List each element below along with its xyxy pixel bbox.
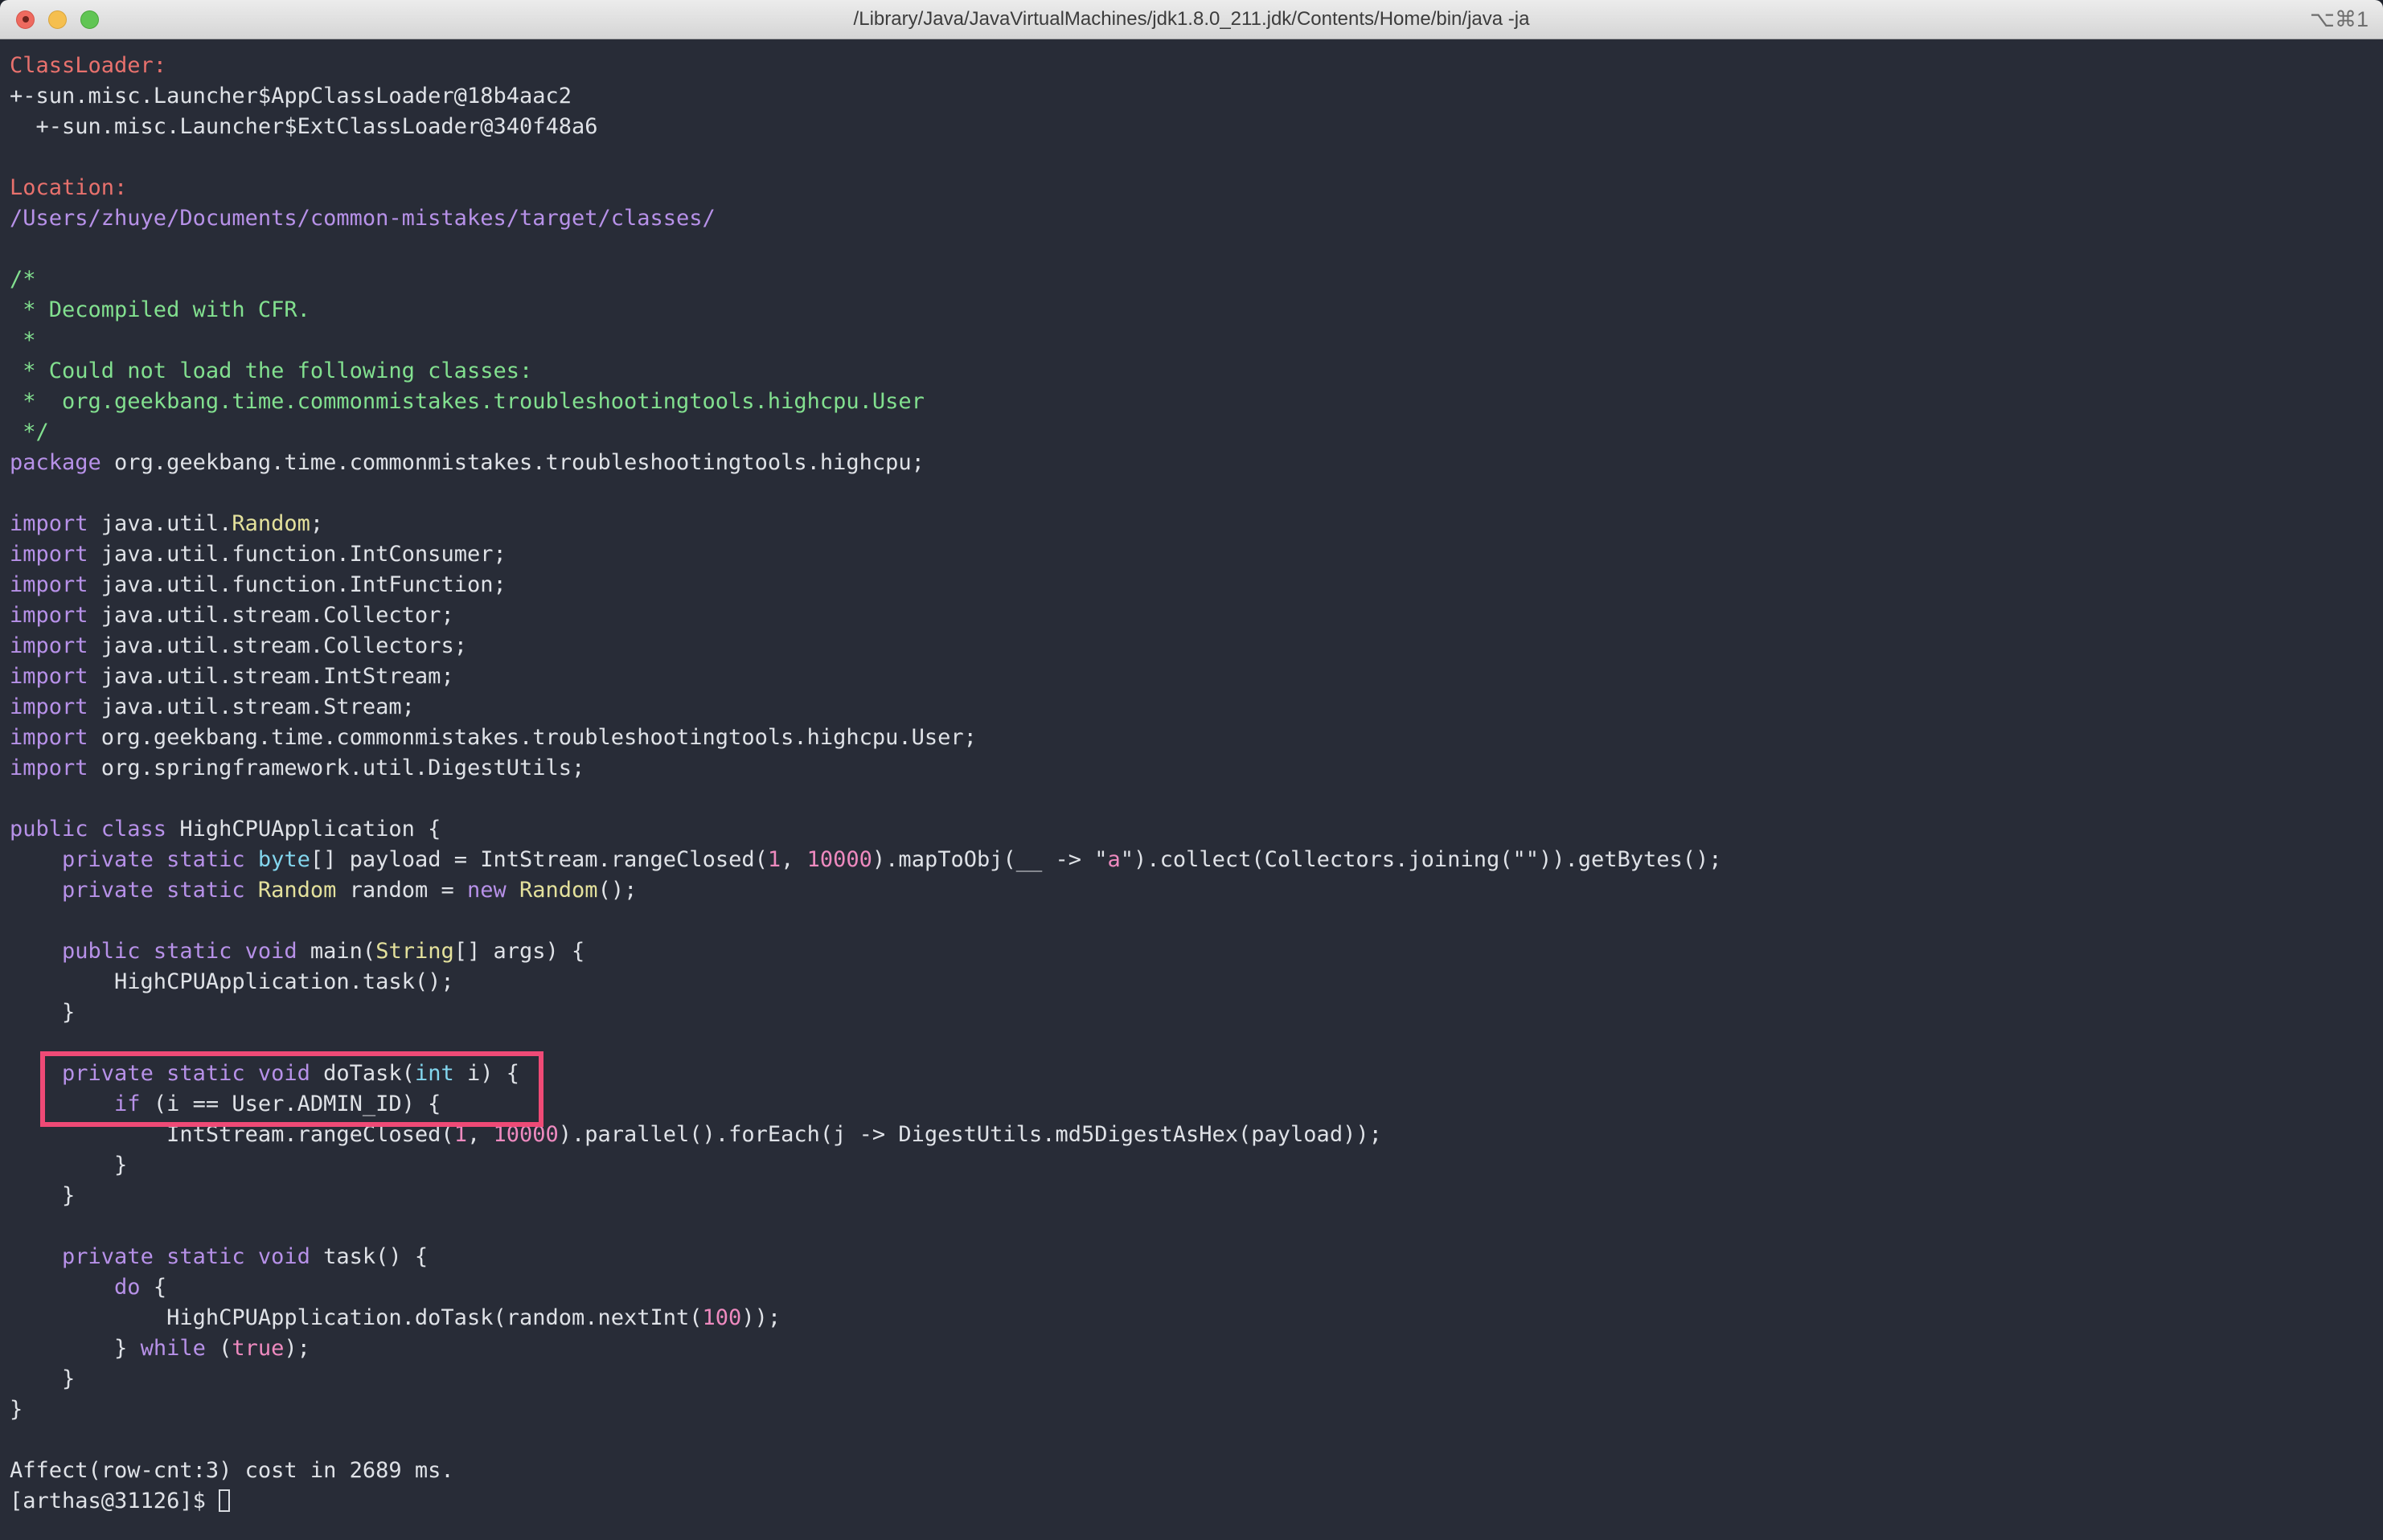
terminal-line: import java.util.stream.IntStream;: [10, 661, 2373, 692]
terminal-line: }: [10, 1181, 2373, 1211]
terminal-line: /*: [10, 264, 2373, 295]
terminal-line: [10, 1425, 2373, 1456]
terminal-line: * Decompiled with CFR.: [10, 295, 2373, 326]
terminal-line: */: [10, 417, 2373, 448]
terminal-window: /Library/Java/JavaVirtualMachines/jdk1.8…: [0, 0, 2383, 1540]
terminal-line: import java.util.stream.Collector;: [10, 600, 2373, 631]
terminal-line: } while (true);: [10, 1333, 2373, 1364]
terminal-line: public class HighCPUApplication {: [10, 814, 2373, 845]
terminal-line: }: [10, 1150, 2373, 1181]
terminal-cursor: [219, 1489, 230, 1512]
terminal-line: import org.geekbang.time.commonmistakes.…: [10, 723, 2373, 753]
terminal-line: [10, 1211, 2373, 1242]
terminal-line: private static Random random = new Rando…: [10, 875, 2373, 906]
terminal-line: *: [10, 326, 2373, 356]
terminal-line: [10, 784, 2373, 814]
terminal-line: HighCPUApplication.doTask(random.nextInt…: [10, 1303, 2373, 1333]
terminal-output: ClassLoader:+-sun.misc.Launcher$AppClass…: [10, 51, 2373, 1517]
terminal-line: [10, 1028, 2373, 1059]
close-button[interactable]: [16, 10, 35, 29]
minimize-button[interactable]: [48, 10, 67, 29]
terminal-line: }: [10, 997, 2373, 1028]
terminal-line: * org.geekbang.time.commonmistakes.troub…: [10, 387, 2373, 417]
terminal-line: +-sun.misc.Launcher$AppClassLoader@18b4a…: [10, 81, 2373, 112]
terminal-line: import java.util.stream.Stream;: [10, 692, 2373, 723]
terminal-line: do {: [10, 1272, 2373, 1303]
terminal-line: [10, 478, 2373, 509]
terminal-line: [10, 234, 2373, 264]
terminal-line: Location:: [10, 173, 2373, 203]
terminal-line: [10, 142, 2373, 173]
terminal-line: import java.util.function.IntFunction;: [10, 570, 2373, 600]
terminal-line: private static byte[] payload = IntStrea…: [10, 845, 2373, 875]
traffic-lights: [16, 0, 99, 39]
terminal-line: private static void doTask(int i) {: [10, 1059, 2373, 1089]
terminal-line: IntStream.rangeClosed(1, 10000).parallel…: [10, 1120, 2373, 1150]
close-dot-icon: [23, 16, 29, 23]
terminal-line: [10, 906, 2373, 936]
window-title: /Library/Java/JavaVirtualMachines/jdk1.8…: [854, 8, 1530, 31]
terminal-screen[interactable]: ClassLoader:+-sun.misc.Launcher$AppClass…: [0, 39, 2383, 1540]
terminal-line: }: [10, 1364, 2373, 1395]
terminal-line: import java.util.stream.Collectors;: [10, 631, 2373, 661]
terminal-line: * Could not load the following classes:: [10, 356, 2373, 387]
window-titlebar: /Library/Java/JavaVirtualMachines/jdk1.8…: [0, 0, 2383, 39]
terminal-line: private static void task() {: [10, 1242, 2373, 1272]
terminal-line: if (i == User.ADMIN_ID) {: [10, 1089, 2373, 1120]
terminal-line: package org.geekbang.time.commonmistakes…: [10, 448, 2373, 478]
terminal-line: import java.util.function.IntConsumer;: [10, 539, 2373, 570]
terminal-line: import java.util.Random;: [10, 509, 2373, 539]
terminal-line: Affect(row-cnt:3) cost in 2689 ms.: [10, 1456, 2373, 1486]
terminal-line: [arthas@31126]$: [10, 1486, 2373, 1517]
terminal-line: HighCPUApplication.task();: [10, 967, 2373, 997]
terminal-line: +-sun.misc.Launcher$ExtClassLoader@340f4…: [10, 112, 2373, 142]
zoom-button[interactable]: [80, 10, 99, 29]
tab-shortcut-label: ⌥⌘1: [2310, 7, 2369, 32]
terminal-line: }: [10, 1395, 2373, 1425]
terminal-line: /Users/zhuye/Documents/common-mistakes/t…: [10, 203, 2373, 234]
terminal-line: import org.springframework.util.DigestUt…: [10, 753, 2373, 784]
terminal-line: ClassLoader:: [10, 51, 2373, 81]
terminal-line: public static void main(String[] args) {: [10, 936, 2373, 967]
